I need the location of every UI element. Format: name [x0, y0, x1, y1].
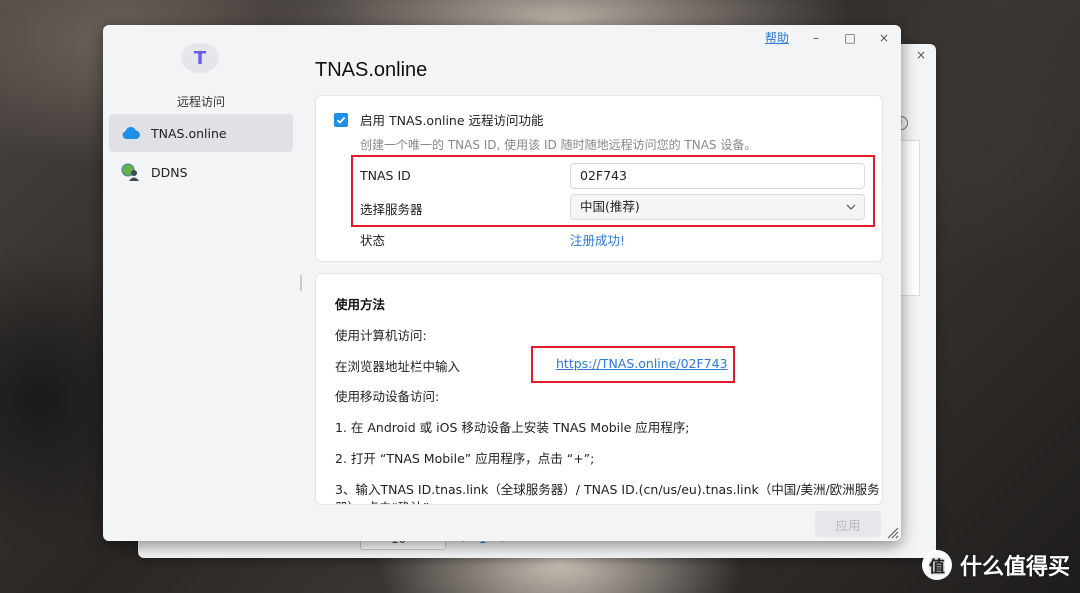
enable-row: 启用 TNAS.online 远程访问功能 [334, 110, 544, 129]
app-title: 远程访问 [176, 95, 225, 109]
remote-access-dialog: 帮助 – □ × T 远程访问 TNAS.online DDNS TNAS.on… [103, 25, 901, 541]
settings-card: 启用 TNAS.online 远程访问功能 创建一个唯一的 TNAS ID, 使… [315, 95, 883, 262]
annotation-highlight-box [351, 155, 875, 227]
usage-title: 使用方法 [335, 297, 386, 312]
sidebar-resize-handle[interactable] [300, 275, 302, 291]
app-logo-icon: T [181, 43, 219, 73]
usage-card: 使用方法 使用计算机访问: 在浏览器地址栏中输入 https://TNAS.on… [315, 273, 883, 505]
status-label: 状态 [360, 233, 386, 248]
browser-instruction: 在浏览器地址栏中输入 [335, 359, 461, 374]
background-close-icon[interactable]: × [916, 48, 926, 62]
enable-checkbox[interactable] [334, 112, 348, 127]
sidebar-item-tnas-online[interactable]: TNAS.online [109, 114, 293, 152]
main-content: TNAS.online 启用 TNAS.online 远程访问功能 创建一个唯一… [315, 25, 901, 541]
watermark-text: 什么值得买 [959, 555, 1070, 580]
cloud-icon [121, 125, 141, 141]
sidebar-item-label: TNAS.online [151, 125, 227, 141]
apply-button[interactable]: 应用 [815, 511, 881, 537]
enable-description: 创建一个唯一的 TNAS ID, 使用该 ID 随时随地远程访问您的 TNAS … [360, 138, 757, 152]
page-title: TNAS.online [315, 59, 428, 81]
enable-label[interactable]: 启用 TNAS.online 远程访问功能 [360, 110, 544, 129]
annotation-highlight-box [531, 346, 735, 383]
sidebar-item-label: DDNS [151, 164, 188, 180]
mobile-step-1: 1. 在 Android 或 iOS 移动设备上安装 TNAS Mobile 应… [335, 420, 690, 435]
status-value: 注册成功! [570, 233, 626, 248]
check-icon [336, 116, 346, 124]
sidebar: T 远程访问 TNAS.online DDNS [103, 25, 299, 541]
watermark-badge: 值 [921, 550, 952, 580]
mobile-step-2: 2. 打开 “TNAS Mobile” 应用程序，点击 “+”; [335, 451, 595, 466]
resize-grip-icon[interactable] [885, 525, 899, 539]
app-logo-letter: T [193, 47, 207, 69]
watermark: 值 什么值得买 [921, 549, 1070, 581]
mobile-access-heading: 使用移动设备访问: [335, 389, 440, 404]
mobile-step-3: 3、输入TNAS ID.tnas.link（全球服务器）/ TNAS ID.(c… [335, 482, 880, 497]
pc-access-heading: 使用计算机访问: [335, 328, 427, 343]
mobile-step-3-cont: 器），点击“确认”。 [335, 497, 442, 504]
ddns-globe-icon [121, 163, 141, 181]
sidebar-item-ddns[interactable]: DDNS [109, 153, 293, 191]
